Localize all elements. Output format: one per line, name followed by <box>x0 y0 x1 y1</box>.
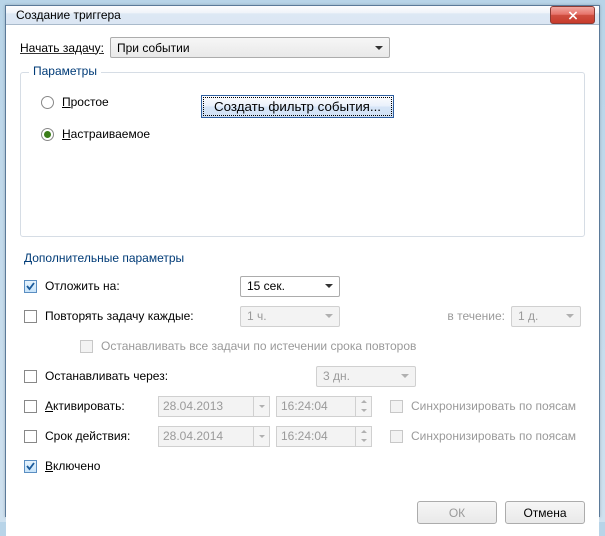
during-value: 1 д. <box>518 309 538 323</box>
filter-button-area: Создать фильтр события... <box>181 87 394 226</box>
advanced-title: Дополнительные параметры <box>24 251 585 265</box>
delay-row: Отложить на: 15 сек. <box>24 271 581 301</box>
sync-tz-checkbox-1 <box>390 400 403 413</box>
radio-column: Простое Настраиваемое <box>31 87 181 226</box>
start-task-row: Начать задачу: При событии <box>20 37 585 58</box>
enabled-label: Включено <box>45 459 100 473</box>
delay-combo[interactable]: 15 сек. <box>240 276 340 297</box>
enabled-checkbox[interactable] <box>24 460 37 473</box>
titlebar: Создание триггера <box>6 6 599 25</box>
chevron-down-icon <box>401 374 409 378</box>
sync-tz-checkbox-2 <box>390 430 403 443</box>
activate-date-input: 28.04.2013 <box>158 396 254 417</box>
enabled-row: Включено <box>24 451 581 481</box>
close-button[interactable] <box>550 6 595 24</box>
time-spinner <box>356 426 372 447</box>
during-label: в течение: <box>447 309 505 323</box>
content-area: Начать задачу: При событии Параметры Про… <box>6 25 599 491</box>
radio-simple[interactable]: Простое <box>41 95 181 109</box>
chevron-down-icon <box>566 314 574 318</box>
calendar-icon <box>254 426 270 447</box>
repeat-combo: 1 ч. <box>240 306 340 327</box>
sync-tz-label-2: Синхронизировать по поясам <box>411 429 576 443</box>
close-icon <box>568 11 578 20</box>
chevron-down-icon <box>325 314 333 318</box>
during-combo: 1 д. <box>511 306 581 327</box>
check-icon <box>25 281 36 292</box>
expires-checkbox[interactable] <box>24 430 37 443</box>
stop-all-row: Останавливать все задачи по истечении ср… <box>80 331 581 361</box>
chevron-down-icon <box>375 46 383 50</box>
radio-simple-label: Простое <box>62 95 109 109</box>
time-spinner <box>356 396 372 417</box>
calendar-icon <box>254 396 270 417</box>
check-icon <box>25 461 36 472</box>
delay-value: 15 сек. <box>247 279 285 293</box>
repeat-value: 1 ч. <box>247 309 267 323</box>
delay-checkbox[interactable] <box>24 280 37 293</box>
activate-checkbox[interactable] <box>24 400 37 413</box>
advanced-area: Отложить на: 15 сек. Повторять задачу ка… <box>20 271 585 481</box>
repeat-label: Повторять задачу каждые: <box>45 309 194 323</box>
stop-after-row: Останавливать через: 3 дн. <box>24 361 581 391</box>
expires-time-input: 16:24:04 <box>276 426 356 447</box>
chevron-down-icon <box>325 284 333 288</box>
expires-row: Срок действия: 28.04.2014 16:24:04 Синхр… <box>24 421 581 451</box>
activate-time-input: 16:24:04 <box>276 396 356 417</box>
expires-label: Срок действия: <box>45 429 130 443</box>
stop-after-label: Останавливать через: <box>45 369 168 383</box>
stop-after-value: 3 дн. <box>323 369 350 383</box>
stop-all-checkbox <box>80 340 93 353</box>
create-filter-button[interactable]: Создать фильтр события... <box>201 95 394 118</box>
start-task-label: Начать задачу: <box>20 41 104 55</box>
stop-after-checkbox[interactable] <box>24 370 37 383</box>
delay-label: Отложить на: <box>45 279 120 293</box>
parameters-group: Параметры Простое Настраиваемое Создать … <box>20 72 585 237</box>
dialog-window: Создание триггера Начать задачу: При соб… <box>5 5 600 517</box>
window-title: Создание триггера <box>16 8 550 22</box>
radio-custom-label: Настраиваемое <box>62 127 150 141</box>
activate-label: Активировать: <box>45 399 125 413</box>
expires-date-input: 28.04.2014 <box>158 426 254 447</box>
button-row: ОК Отмена <box>6 491 599 536</box>
start-task-combo[interactable]: При событии <box>110 37 390 58</box>
repeat-checkbox[interactable] <box>24 310 37 323</box>
repeat-row: Повторять задачу каждые: 1 ч. в течение:… <box>24 301 581 331</box>
stop-all-label: Останавливать все задачи по истечении ср… <box>101 339 416 353</box>
stop-after-combo: 3 дн. <box>316 366 416 387</box>
start-task-value: При событии <box>117 41 190 55</box>
radio-custom[interactable]: Настраиваемое <box>41 127 181 141</box>
sync-tz-label-1: Синхронизировать по поясам <box>411 399 576 413</box>
activate-row: Активировать: 28.04.2013 16:24:04 Синхро… <box>24 391 581 421</box>
parameters-title: Параметры <box>29 64 101 78</box>
radio-icon <box>41 128 54 141</box>
ok-button: ОК <box>417 501 497 524</box>
radio-icon <box>41 96 54 109</box>
cancel-button[interactable]: Отмена <box>505 501 585 524</box>
